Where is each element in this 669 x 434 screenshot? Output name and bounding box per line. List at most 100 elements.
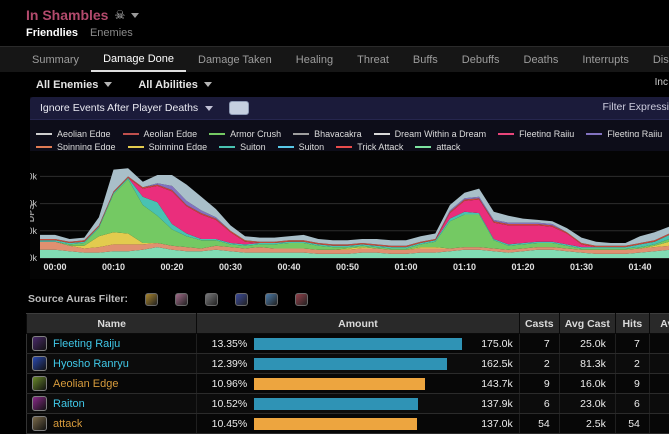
aura-icon-blue[interactable]	[265, 293, 278, 306]
table-row-fleeting-raiju[interactable]: Fleeting Raiju13.35%175.0k725.0k725.0k	[27, 334, 669, 354]
legend-item-aeolian-edge[interactable]: Aeolian Edge	[123, 128, 198, 138]
ability-name-link[interactable]: Raiton	[53, 398, 85, 410]
legend-item-aeolian-edge[interactable]: Aeolian Edge	[36, 128, 111, 138]
tab-dispels[interactable]: Dispels	[641, 47, 669, 72]
name-cell: Hyosho Ranryu	[27, 354, 197, 374]
abilities-dropdown-label: All Abilities	[138, 79, 198, 91]
tab-threat[interactable]: Threat	[345, 47, 401, 72]
report-chevron-down-icon[interactable]	[131, 13, 139, 18]
abilities-dropdown[interactable]: All Abilities	[138, 79, 212, 91]
y-tick-label: 10k	[30, 226, 37, 236]
tab-debuffs[interactable]: Debuffs	[450, 47, 512, 72]
legend-item-label: Bhavacakra	[314, 128, 362, 138]
hits-value: 9	[615, 374, 649, 394]
casts-value: 2	[519, 354, 559, 374]
amount-cell: 10.45%137.0k	[197, 414, 519, 434]
table-row-attack[interactable]: attack10.45%137.0k542.5k542.5k	[27, 414, 669, 434]
legend-item-spinning-edge[interactable]: Spinning Edge	[128, 141, 208, 151]
legend-item-label: Dream Within a Dream	[395, 128, 487, 138]
tab-damage-taken[interactable]: Damage Taken	[186, 47, 284, 72]
include-link-clipped[interactable]: Inc	[655, 77, 668, 88]
legend-item-fleeting-raiju[interactable]: Fleeting Raiju	[586, 128, 662, 138]
amount-bar	[254, 338, 461, 350]
ability-icon-aeolian-edge	[32, 376, 47, 391]
ability-name-link[interactable]: Aeolian Edge	[53, 378, 118, 390]
col-header-amount[interactable]: Amount	[197, 314, 519, 334]
legend-color-dash	[219, 146, 235, 148]
legend-color-dash	[128, 146, 144, 148]
ignore-deaths-dropdown-label[interactable]: Ignore Events After Player Deaths	[40, 102, 198, 114]
legend-item-armor-crush[interactable]: Armor Crush	[209, 128, 281, 138]
legend-item-label: Aeolian Edge	[144, 128, 198, 138]
legend-item-suiton[interactable]: Suiton	[219, 141, 266, 151]
legend-item-label: Spinning Edge	[149, 141, 208, 151]
table-row-aeolian-edge[interactable]: Aeolian Edge10.96%143.7k916.0k916.0k	[27, 374, 669, 394]
aura-icon-grey[interactable]	[205, 293, 218, 306]
enemies-dropdown[interactable]: All Enemies	[36, 79, 112, 91]
table-row-raiton[interactable]: Raiton10.52%137.9k623.0k623.0k	[27, 394, 669, 414]
legend-item-dream-within-a-dream[interactable]: Dream Within a Dream	[374, 128, 487, 138]
amount-bar-track	[254, 418, 461, 430]
aura-icon-indigo[interactable]	[235, 293, 248, 306]
name-cell-inner: Hyosho Ranryu	[27, 356, 196, 371]
amount-value: 162.5k	[469, 358, 513, 370]
col-header-name[interactable]: Name	[27, 314, 197, 334]
table-row-hyosho-ranryu[interactable]: Hyosho Ranryu12.39%162.5k281.3k281.3k	[27, 354, 669, 374]
ability-name-link[interactable]: Hyosho Ranryu	[53, 358, 129, 370]
col-header-hits[interactable]: Hits	[615, 314, 649, 334]
tab-summary[interactable]: Summary	[20, 47, 91, 72]
legend-color-dash	[36, 146, 52, 148]
amount-cell: 10.52%137.9k	[197, 394, 519, 414]
amount-cell-inner: 10.96%143.7k	[197, 378, 518, 390]
legend-item-spinning-edge[interactable]: Spinning Edge	[36, 141, 116, 151]
chevron-down-icon	[204, 82, 212, 87]
filter-expression-link[interactable]: Filter Expressi	[602, 101, 669, 113]
wipe-skull-icon: ☠	[114, 9, 125, 21]
amount-value: 143.7k	[469, 378, 513, 390]
y-axis-label: DPS	[30, 204, 36, 223]
legend-item-attack[interactable]: attack	[415, 141, 460, 151]
dps-graph-panel: Ignore Events After Player Deaths Filter…	[30, 97, 669, 279]
x-tick-label: 00:30	[219, 262, 242, 272]
legend-item-suiton[interactable]: Suiton	[278, 141, 325, 151]
avg-hit-value: 23.0k	[649, 394, 669, 414]
dps-chart-svg: 0k10k20k30k00:0000:1000:2000:3000:4000:5…	[30, 151, 669, 279]
ignore-deaths-toggle[interactable]	[229, 101, 249, 115]
hits-value: 6	[615, 394, 649, 414]
table-header-row: Name Amount Casts Avg Cast Hits Avg Hit	[27, 314, 669, 334]
nav-tabs: SummaryDamage DoneDamage TakenHealingThr…	[0, 46, 669, 72]
ability-icon-attack	[32, 416, 47, 431]
report-title[interactable]: In Shambles	[26, 7, 108, 23]
x-tick-label: 01:40	[628, 262, 651, 272]
x-tick-label: 01:00	[394, 262, 417, 272]
legend-color-dash	[586, 133, 602, 135]
enemies-link[interactable]: Enemies	[90, 27, 133, 39]
friendlies-link[interactable]: Friendlies	[26, 27, 78, 39]
aura-icon-gold[interactable]	[145, 293, 158, 306]
casts-value: 6	[519, 394, 559, 414]
tab-healing[interactable]: Healing	[284, 47, 345, 72]
legend-item-fleeting-raiju[interactable]: Fleeting Raiju	[498, 128, 574, 138]
col-header-casts[interactable]: Casts	[519, 314, 559, 334]
col-header-avg-hit[interactable]: Avg Hit	[649, 314, 669, 334]
aura-icon-red[interactable]	[295, 293, 308, 306]
tab-deaths[interactable]: Deaths	[512, 47, 571, 72]
name-cell: Raiton	[27, 394, 197, 414]
legend-color-dash	[336, 146, 352, 148]
legend-color-dash	[123, 133, 139, 135]
legend-item-bhavacakra[interactable]: Bhavacakra	[293, 128, 362, 138]
col-header-avg-cast[interactable]: Avg Cast	[559, 314, 615, 334]
amount-cell: 10.96%143.7k	[197, 374, 519, 394]
legend-item-trick-attack[interactable]: Trick Attack	[336, 141, 403, 151]
ability-name-link[interactable]: Fleeting Raiju	[53, 338, 120, 350]
casts-value: 9	[519, 374, 559, 394]
tab-buffs[interactable]: Buffs	[401, 47, 450, 72]
y-tick-label: 30k	[30, 171, 37, 181]
aura-icon-pink[interactable]	[175, 293, 188, 306]
amount-value: 175.0k	[469, 338, 513, 350]
percent-of-total: 12.39%	[203, 358, 247, 370]
ability-name-link[interactable]: attack	[53, 418, 82, 430]
tab-interrupts[interactable]: Interrupts	[570, 47, 640, 72]
tab-damage-done[interactable]: Damage Done	[91, 47, 186, 72]
name-cell: Aeolian Edge	[27, 374, 197, 394]
